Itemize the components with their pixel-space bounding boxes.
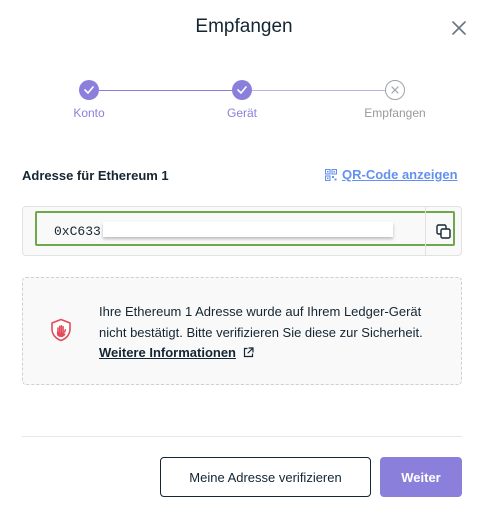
step-check-icon	[232, 80, 252, 100]
step-label: Empfangen	[364, 106, 426, 120]
step-check-icon	[79, 80, 99, 100]
step-label: Gerät	[226, 106, 257, 120]
show-qr-code-link[interactable]: QR-Code anzeigen	[325, 167, 458, 182]
address-title: Adresse für Ethereum 1	[22, 168, 169, 183]
step-label: Konto	[73, 106, 105, 120]
modal-title: Empfangen	[195, 16, 293, 37]
footer-divider	[22, 436, 462, 437]
warning-text: Ihre Ethereum 1 Adresse wurde auf Ihrem …	[99, 304, 423, 340]
verify-address-button[interactable]: Meine Adresse verifizieren	[160, 457, 371, 497]
copy-divider	[425, 207, 426, 255]
qr-link-label[interactable]: QR-Code anzeigen	[342, 167, 458, 182]
qr-code-icon	[325, 168, 337, 181]
external-link-icon[interactable]	[243, 347, 254, 358]
step-geraet: Gerät	[192, 80, 292, 120]
shield-hand-icon	[51, 318, 71, 342]
next-button[interactable]: Weiter	[380, 457, 462, 497]
copy-address-button[interactable]	[432, 220, 454, 242]
close-button[interactable]	[448, 17, 470, 39]
address-value[interactable]: 0xC633	[54, 224, 101, 239]
copy-icon[interactable]	[435, 223, 451, 239]
step-empfangen: Empfangen	[345, 80, 445, 120]
step-x-icon	[385, 80, 405, 100]
stepper: Konto Gerät Empfangen	[0, 80, 488, 130]
more-info-link[interactable]: Weitere Informationen	[99, 345, 236, 360]
step-konto: Konto	[39, 80, 139, 120]
address-redaction	[103, 222, 393, 237]
close-icon[interactable]	[452, 21, 466, 35]
warning-message: Ihre Ethereum 1 Adresse wurde auf Ihrem …	[99, 302, 439, 364]
